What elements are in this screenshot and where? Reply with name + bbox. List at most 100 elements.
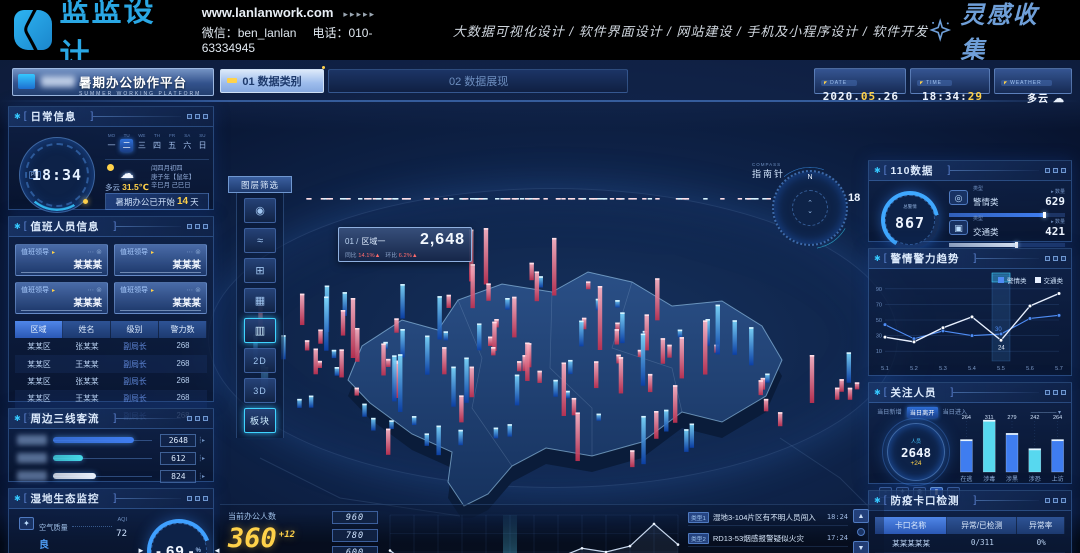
- focus-tab[interactable]: 当日离开: [907, 407, 938, 418]
- office-y-axis: 960780600420240: [332, 511, 378, 553]
- passenger-flow-row: 612┆▸: [9, 449, 213, 467]
- panel-controls[interactable]: [1045, 168, 1066, 173]
- focus-tab[interactable]: 当日新增: [877, 407, 902, 418]
- tooltip-region-name: 区域一: [361, 236, 385, 247]
- office-count-label: 当前办公人数: [228, 511, 324, 522]
- panel-title: 110数据: [890, 163, 933, 178]
- passenger-value: 824: [160, 470, 196, 483]
- panel-passenger-flow: ✱[周边三线客流] 2648┆▸612┆▸824┆▸: [8, 408, 214, 482]
- phone-label: 电话：: [312, 26, 348, 40]
- svg-text:在逃: 在逃: [960, 475, 972, 483]
- gauge-left-arrow[interactable]: ►: [137, 546, 145, 553]
- duty-table-row: 某某区王某某副局长268: [15, 390, 207, 407]
- time-plate: TIME 18:34:29: [910, 68, 990, 94]
- tab-marker: [227, 78, 237, 83]
- svg-text:涉恐: 涉恐: [1029, 475, 1041, 483]
- app-title-plate: 暑期办公协作平台 SUMMER WORKING PLATFORM: [12, 68, 214, 96]
- scroll-up-button[interactable]: ▲: [853, 509, 869, 523]
- duty-leader-card: 值班领导▸⋯ ⊗某某某: [15, 282, 108, 314]
- panel-controls[interactable]: [187, 416, 208, 421]
- inspiration-collect[interactable]: 灵感收集: [928, 0, 1058, 65]
- layer-button-signal-icon[interactable]: ≈: [244, 228, 276, 253]
- panel-controls[interactable]: [1045, 256, 1066, 261]
- layer-button-2D[interactable]: 2D: [244, 348, 276, 373]
- contact-info: www.lanlanwork.com▸▸▸▸▸ 微信：ben_lanlan电话：…: [202, 5, 413, 55]
- panel-controls[interactable]: [187, 224, 208, 229]
- panel-controls[interactable]: [1045, 390, 1066, 395]
- layer-button-板块[interactable]: 板块: [244, 408, 276, 433]
- duty-table-row: 某某区张某某副局长268: [15, 338, 207, 355]
- alert-scroll-buttons: ▲ ▼: [852, 509, 870, 553]
- redacted-line-label: [17, 435, 47, 445]
- svg-text:24: 24: [998, 345, 1005, 351]
- weekday-th: TH四: [150, 133, 163, 152]
- svg-text:70: 70: [876, 302, 882, 308]
- layer-button-camera-icon[interactable]: ◉: [244, 198, 276, 223]
- svg-text:5.6: 5.6: [1026, 366, 1034, 372]
- compass-crosshair: ⌃⌄: [792, 190, 828, 226]
- focus-count: 2648: [901, 445, 931, 460]
- alarm-type-row: ◎类型警情类▸ 数量629: [949, 185, 1065, 217]
- layer-button-people-icon[interactable]: ⊞: [244, 258, 276, 283]
- layer-button-3D[interactable]: 3D: [244, 378, 276, 403]
- site-url[interactable]: www.lanlanwork.com: [202, 5, 334, 20]
- panel-duty-staff: ✱[值班人员信息] 值班领导▸⋯ ⊗某某某值班领导▸⋯ ⊗某某某值班领导▸⋯ ⊗…: [8, 216, 214, 402]
- svg-text:264: 264: [962, 415, 971, 421]
- weather-value: 多云☁: [1001, 90, 1065, 105]
- cloud-icon: ☁: [1053, 93, 1065, 105]
- panel-eco-monitor: ✱[湿地生态监控] ✦ 空气质量良 AQI72 ♪ 环境噪音正常 分贝61: [8, 488, 214, 553]
- panel-controls[interactable]: [187, 114, 208, 119]
- compass-dial[interactable]: N ⌃⌄: [772, 170, 848, 246]
- panel-title: 关注人员: [890, 385, 936, 400]
- office-count-block: 当前办公人数 360+12: [228, 511, 324, 552]
- scroll-down-button[interactable]: ▼: [853, 541, 869, 553]
- services-list: 大数据可视化设计 / 软件界面设计 / 网站建设 / 手机及小程序设计 / 软件…: [453, 21, 928, 40]
- air-quality-metric: ✦ 空气质量良 AQI72: [19, 517, 127, 553]
- wechat-id: ben_lanlan: [238, 26, 297, 40]
- bottom-strip: 当前办公人数 360+12 今日数据 历史数据 960780600420240 …: [220, 504, 884, 553]
- weekday-mo: MO一: [105, 133, 118, 152]
- office-count-value: 360+12: [228, 522, 324, 552]
- svg-text:涉黑: 涉黑: [1006, 475, 1018, 483]
- alert-row[interactable]: 类型1湿地3-104片区有不明人员闯入18:24: [688, 509, 848, 526]
- weather-summary: ☁ 多云 31.5℃: [105, 165, 149, 193]
- app-logo-icon: [18, 74, 35, 89]
- y-axis-value: 600: [332, 546, 378, 553]
- svg-text:242: 242: [1030, 415, 1039, 421]
- week-strip: MO一TU二WE三TH四FR五SA六SU日: [105, 133, 209, 152]
- layer-button-bar-chart-icon[interactable]: ▥: [244, 318, 276, 343]
- y-axis-value: 960: [332, 511, 378, 524]
- duty-leader-cards: 值班领导▸⋯ ⊗某某某值班领导▸⋯ ⊗某某某值班领导▸⋯ ⊗某某某值班领导▸⋯ …: [9, 237, 213, 318]
- passenger-value: 612: [160, 452, 196, 465]
- site-header: 〱 蓝蓝设计 www.lanlanwork.com▸▸▸▸▸ 微信：ben_la…: [0, 0, 1080, 60]
- panel-focus-persons: ✱[关注人员] 当日新增当日离开当日进入 人员 2648 +24 ◦✦◉▮◌ ─…: [868, 382, 1072, 484]
- layer-button-building-icon[interactable]: ▦: [244, 288, 276, 313]
- alert-list: 类型1湿地3-104片区有不明人员闯入18:24 类型2RD13-53烟感报警疑似…: [688, 509, 848, 553]
- layer-filter-toolbar: 图层筛选 ◉≈⊞▦▥2D3D板块: [228, 176, 292, 438]
- eco-gauge: ► ‑ 69 ‑% ◄: [147, 519, 211, 553]
- date-value: 2020.05.26: [821, 90, 899, 103]
- panel-title: 值班人员信息: [30, 219, 99, 234]
- north-marker: N: [807, 174, 812, 181]
- panel-110-data: ✱[110数据] 总警情867 ◎类型警情类▸ 数量629▣类型交通类▸ 数量4…: [868, 160, 1072, 242]
- summer-office-notice: 暑期办公已开始14天: [105, 193, 209, 210]
- focus-tabs: 当日新增当日离开当日进入: [877, 407, 967, 418]
- alert-row[interactable]: 类型2RD13-53烟感报警疑似火灾17:24: [688, 530, 848, 547]
- compass-value: 18: [848, 192, 860, 204]
- panel-controls[interactable]: [187, 496, 208, 501]
- panel-checkpoints: ✱[防疫卡口检测] 卡口名称异常/已检测异常率某某某某某0/3110%某某某某某…: [868, 490, 1072, 553]
- svg-text:涉毒: 涉毒: [983, 475, 995, 483]
- sparkle-star-icon: [928, 17, 952, 43]
- svg-text:50: 50: [876, 318, 882, 324]
- weekday-tu: TU二: [120, 133, 133, 152]
- app-subtitle: SUMMER WORKING PLATFORM: [79, 91, 207, 97]
- weather-plate: WEATHER 多云☁: [994, 68, 1072, 94]
- panel-controls[interactable]: [1045, 498, 1066, 503]
- date-label: DATE: [821, 80, 857, 86]
- svg-text:264: 264: [1053, 415, 1062, 421]
- tab-data-display[interactable]: 02 数据展现: [328, 69, 628, 93]
- tab-data-category[interactable]: 01 数据类别: [220, 69, 324, 93]
- svg-text:30: 30: [876, 334, 882, 340]
- redacted-text: [41, 76, 75, 87]
- svg-text:5.7: 5.7: [1055, 366, 1063, 372]
